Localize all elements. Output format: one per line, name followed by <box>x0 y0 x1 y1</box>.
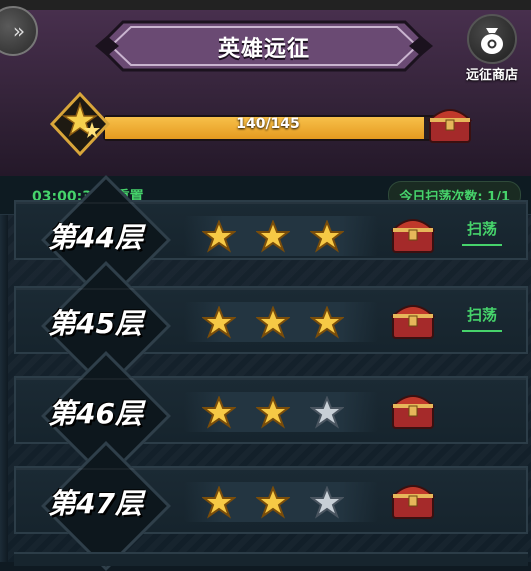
star-rating <box>184 392 378 432</box>
star-rating <box>184 302 378 342</box>
treasure-chest-icon <box>427 109 473 143</box>
title-banner: 英雄远征 <box>95 18 433 74</box>
star-rating <box>184 216 378 256</box>
treasure-chest-icon[interactable] <box>388 294 438 344</box>
floor-label: 第45层 <box>48 307 143 340</box>
header: » 英雄远征 远征商店 140/145 <box>0 0 531 178</box>
star-empty-icon <box>309 485 345 520</box>
star-filled-icon <box>201 395 237 430</box>
treasure-chest-icon[interactable] <box>388 384 438 434</box>
left-edge <box>0 180 8 562</box>
shop-icon-circle <box>467 14 517 64</box>
star-filled-icon <box>255 485 291 520</box>
floor-row-partial <box>14 552 528 566</box>
floor-row[interactable]: 第46层 <box>14 350 528 482</box>
back-arrow-icon: » <box>12 19 26 43</box>
star-filled-icon <box>255 219 291 254</box>
star-filled-icon <box>201 485 237 520</box>
star-filled-icon <box>255 395 291 430</box>
star-filled-icon <box>309 305 345 340</box>
sweep-button[interactable]: 扫荡 <box>462 218 502 246</box>
treasure-chest-icon[interactable] <box>388 474 438 524</box>
star-filled-icon <box>255 305 291 340</box>
expedition-shop-button[interactable]: 远征商店 <box>459 14 525 84</box>
star-rating <box>184 482 378 522</box>
floor-label: 第46层 <box>48 397 143 430</box>
star-filled-icon <box>309 219 345 254</box>
star-filled-icon <box>201 219 237 254</box>
header-top-strip <box>0 0 531 10</box>
treasure-chest-icon[interactable] <box>388 208 438 258</box>
progress-text: 140/145 <box>236 116 300 132</box>
sweep-button[interactable]: 扫荡 <box>462 304 502 332</box>
floor-label: 第44层 <box>48 221 143 254</box>
shop-label: 远征商店 <box>465 68 518 83</box>
progress-area: 140/145 <box>48 88 482 160</box>
star-badge-icon <box>49 92 111 156</box>
floor-label: 第47层 <box>48 487 143 520</box>
floor-row[interactable]: 第44层 扫荡 <box>14 174 528 306</box>
star-empty-icon <box>309 395 345 430</box>
back-button[interactable]: » <box>0 6 38 56</box>
page-title: 英雄远征 <box>217 37 310 62</box>
floor-row[interactable]: 第47层 <box>14 440 528 571</box>
money-bag-icon <box>481 28 503 54</box>
star-filled-icon <box>201 305 237 340</box>
floor-row[interactable]: 第45层 扫荡 <box>14 260 528 392</box>
